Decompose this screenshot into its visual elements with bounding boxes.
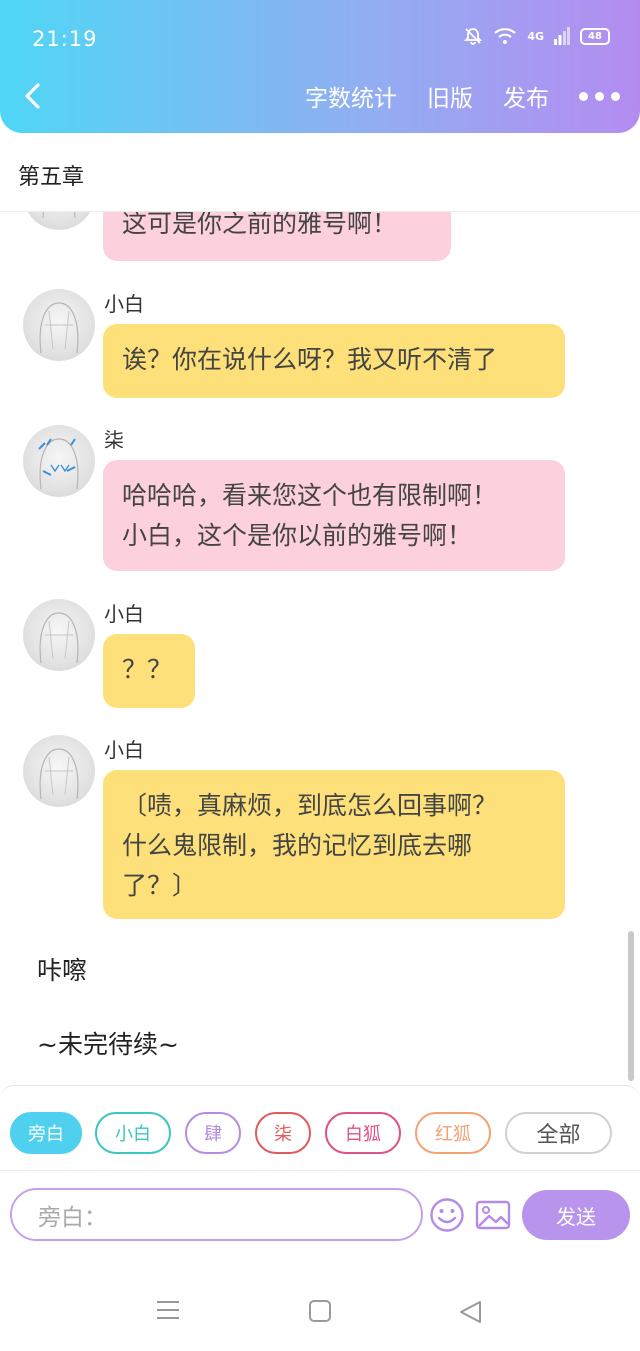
network-label: 4G — [527, 29, 544, 43]
message-input[interactable]: 旁白： — [10, 1188, 423, 1241]
avatar[interactable] — [23, 289, 95, 361]
more-icon[interactable] — [579, 91, 620, 101]
message-bubble[interactable]: 这可是你之前的雅号啊！ — [103, 212, 451, 261]
role-chip-si[interactable]: 肆 — [185, 1112, 241, 1154]
message-bubble[interactable]: ？？ — [103, 634, 195, 708]
chapter-header: 第五章 — [0, 133, 640, 212]
image-icon[interactable] — [474, 1196, 512, 1234]
wifi-icon — [494, 28, 517, 44]
publish-button[interactable]: 发布 — [503, 79, 549, 113]
speaker-name: 小白 — [104, 602, 144, 626]
avatar[interactable] — [23, 599, 95, 671]
back-icon — [25, 83, 40, 109]
scrollbar[interactable] — [628, 931, 634, 1081]
divider — [0, 1170, 640, 1171]
input-placeholder: 旁白： — [38, 1204, 107, 1231]
role-chip-all[interactable]: 全部 — [505, 1112, 612, 1154]
back-button[interactable] — [20, 78, 48, 114]
status-time: 21:19 — [32, 27, 98, 51]
narration-text[interactable]: ~未完待续~ — [37, 1025, 179, 1061]
role-chip-narrator[interactable]: 旁白 — [10, 1112, 82, 1154]
signal-icon — [554, 27, 570, 45]
message-bubble[interactable]: 哈哈哈，看来您这个也有限制啊！ 小白，这个是你以前的雅号啊！ — [103, 460, 565, 571]
menu-icon[interactable] — [155, 1299, 181, 1321]
narration-text[interactable]: 咔嚓 — [37, 951, 87, 987]
top-app-bar: 21:19 4G 48 字数统计 旧版 发布 — [0, 0, 640, 133]
message-bubble[interactable]: 〔啧，真麻烦，到底怎么回事啊？ 什么鬼限制，我的记忆到底去哪 了？〕 — [103, 770, 565, 919]
battery-icon: 48 — [580, 27, 610, 45]
word-count-button[interactable]: 字数统计 — [305, 79, 397, 113]
chapter-title[interactable]: 第五章 — [18, 159, 84, 191]
avatar[interactable] — [23, 212, 95, 230]
chat-content[interactable]: 这可是你之前的雅号啊！ 小白 诶？你在说什么呀？我又听不清了 柒 哈哈哈，看来您… — [0, 212, 640, 1085]
role-chip-baihu[interactable]: 白狐 — [325, 1112, 401, 1154]
avatar[interactable] — [23, 425, 95, 497]
composer-panel: 旁白 小白 肆 柒 白狐 红狐 全部 旁白： 发送 — [0, 1085, 640, 1245]
role-chip-honghu[interactable]: 红狐 — [415, 1112, 491, 1154]
emoji-icon[interactable] — [428, 1196, 466, 1234]
speaker-name: 小白 — [104, 738, 144, 762]
status-icons: 4G 48 — [463, 26, 610, 46]
message-bubble[interactable]: 诶？你在说什么呀？我又听不清了 — [103, 324, 565, 398]
system-nav-bar — [0, 1245, 640, 1351]
back-triangle-icon[interactable] — [458, 1299, 484, 1325]
speaker-name: 小白 — [104, 292, 144, 316]
old-version-button[interactable]: 旧版 — [427, 79, 473, 113]
role-chip-qi[interactable]: 柒 — [255, 1112, 311, 1154]
send-button[interactable]: 发送 — [522, 1190, 630, 1240]
mute-bell-icon — [464, 28, 483, 45]
avatar[interactable] — [23, 735, 95, 807]
header-actions: 字数统计 旧版 发布 — [305, 78, 640, 114]
home-icon[interactable] — [308, 1299, 332, 1323]
speaker-name: 柒 — [104, 428, 124, 452]
role-chip-xiaobai[interactable]: 小白 — [95, 1112, 171, 1154]
battery-level: 48 — [588, 30, 602, 42]
